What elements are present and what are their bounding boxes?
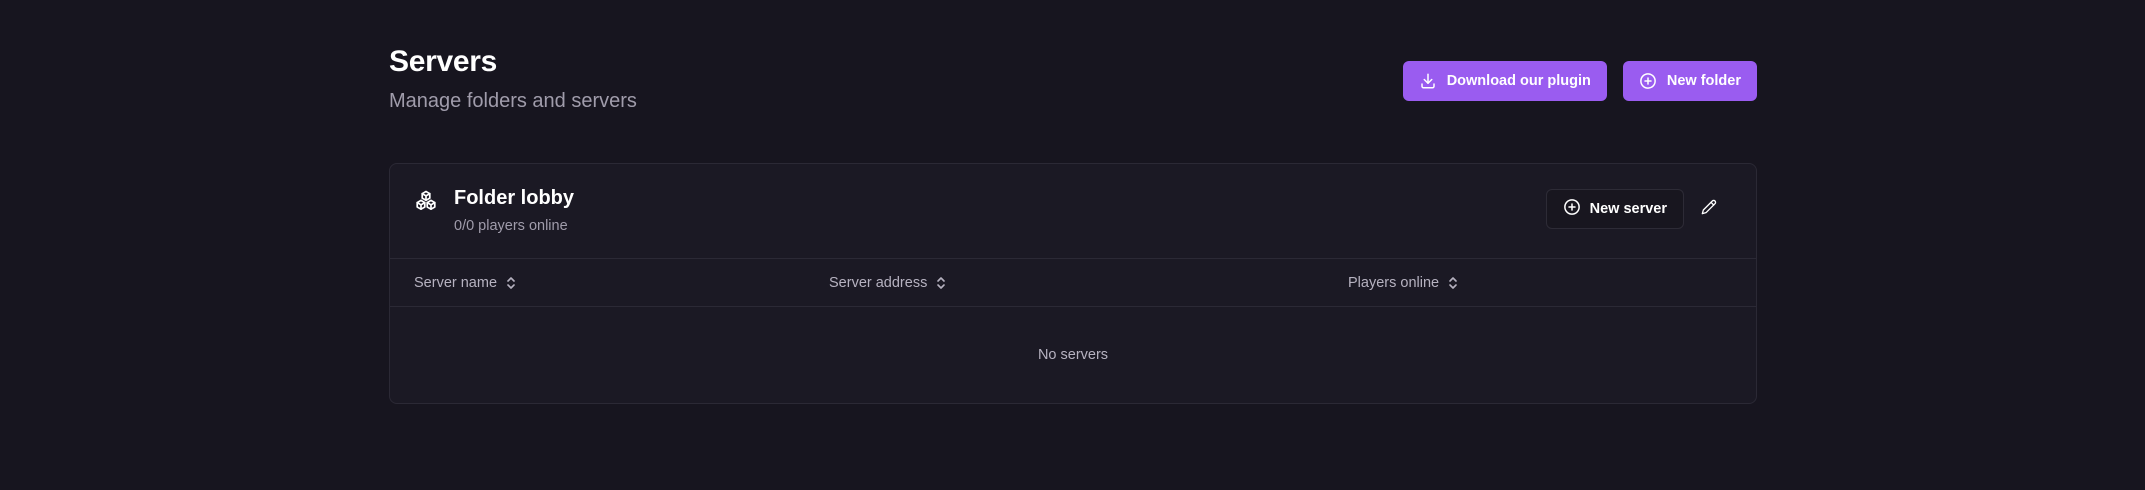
sort-icon <box>1447 276 1459 290</box>
column-label: Server name <box>414 275 498 291</box>
column-label: Players online <box>1348 275 1440 291</box>
plus-circle-icon <box>1639 72 1657 90</box>
pencil-icon <box>1701 199 1717 220</box>
column-label: Server address <box>829 275 928 291</box>
folder-players-online: 0/0 players online <box>454 218 568 234</box>
download-plugin-button[interactable]: Download our plugin <box>1402 61 1607 101</box>
new-folder-button[interactable]: New folder <box>1622 61 1757 101</box>
folder-name: Folder lobby <box>454 187 574 209</box>
servers-page: Servers Manage folders and servers Downl… <box>389 0 1757 404</box>
column-players-online[interactable]: Players online <box>1348 259 1459 307</box>
empty-state-text: No servers <box>1037 347 1109 363</box>
page-header: Servers Manage folders and servers Downl… <box>389 0 1757 140</box>
folder-card-header: Folder lobby 0/0 players online New serv… <box>390 164 1756 259</box>
column-server-address[interactable]: Server address <box>829 259 947 307</box>
edit-folder-button[interactable] <box>1698 198 1720 220</box>
table-header: Server name Server address Players onlin… <box>390 259 1756 307</box>
new-folder-label: New folder <box>1666 73 1741 89</box>
download-icon <box>1419 72 1437 90</box>
sort-icon <box>505 276 517 290</box>
sort-icon <box>935 276 947 290</box>
boxes-icon <box>414 189 438 213</box>
new-server-button[interactable]: New server <box>1545 189 1684 229</box>
download-plugin-label: Download our plugin <box>1446 73 1591 89</box>
folder-card: Folder lobby 0/0 players online New serv… <box>389 163 1757 404</box>
new-server-label: New server <box>1589 201 1667 217</box>
plus-circle-icon <box>1563 198 1581 220</box>
empty-state: No servers <box>390 307 1756 403</box>
page-title: Servers <box>389 45 497 78</box>
header-actions: Download our plugin New folder <box>1402 61 1757 101</box>
column-server-name[interactable]: Server name <box>414 259 517 307</box>
page-subtitle: Manage folders and servers <box>389 90 637 112</box>
